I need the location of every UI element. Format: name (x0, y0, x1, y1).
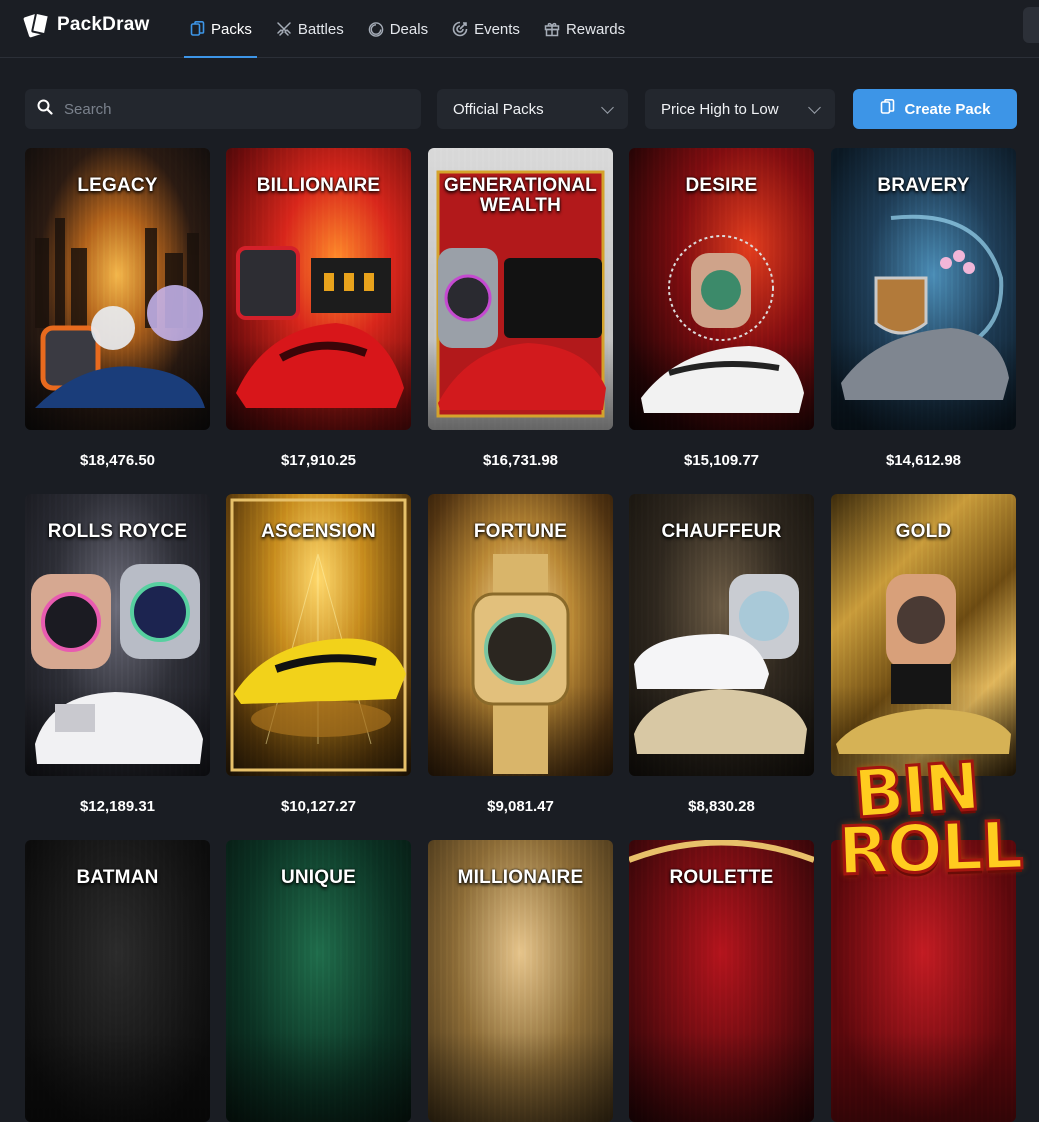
pack-card[interactable]: MILLIONAIRE (428, 840, 613, 1122)
pack-card[interactable]: FORTUNE $9,081.47 (428, 494, 613, 836)
pack-price: $8,830.28 (688, 797, 755, 815)
pack-icon (189, 21, 205, 37)
pack-card[interactable]: LEGACY $18,476.50 (25, 148, 210, 490)
pack-name: CHAUFFEUR (661, 521, 782, 542)
pack-price: $12,189.31 (79, 797, 156, 815)
search-box (25, 89, 421, 129)
pack-image: ASCENSION (226, 494, 411, 776)
pack-card[interactable]: ROULETTE (629, 840, 814, 1122)
pack-name: DESIRE (685, 175, 758, 196)
nav-rewards-label: Rewards (565, 20, 626, 38)
pack-name: UNIQUE (280, 867, 357, 888)
pack-price: $10,127.27 (280, 797, 357, 815)
sort-select[interactable]: Price High to Low (645, 89, 835, 129)
pack-image: BRAVERY (831, 148, 1016, 430)
pack-card[interactable]: ASCENSION $10,127.27 (226, 494, 411, 836)
pack-name: BATMAN (76, 867, 159, 888)
pack-image: GENERATIONAL WEALTH (428, 148, 613, 430)
nav-packs-label: Packs (211, 20, 252, 38)
pack-name: ROLLS ROYCE (47, 521, 188, 542)
pack-card[interactable]: UNIQUE (226, 840, 411, 1122)
pack-name: LEGACY (77, 175, 158, 196)
nav-events[interactable]: Events (447, 0, 525, 58)
pack-name: BRAVERY (877, 175, 970, 196)
pack-card[interactable]: BRAVERY $14,612.98 (831, 148, 1016, 490)
pack-card[interactable]: GENERATIONAL WEALTH $16,731.98 (428, 148, 613, 490)
pack-image: CHAUFFEUR (629, 494, 814, 776)
create-pack-label: Create Pack (904, 100, 991, 118)
pack-price: $15,109.77 (683, 451, 760, 469)
logo-text: PackDraw (57, 14, 150, 35)
logo[interactable]: PackDraw (23, 11, 150, 38)
pack-name: MILLIONAIRE (457, 867, 584, 888)
chevron-down-icon (601, 100, 614, 114)
chevron-down-icon (808, 100, 821, 114)
pack-image: BATMAN (25, 840, 210, 1122)
pack-price: $18,476.50 (79, 451, 156, 469)
pack-image: GOLD (831, 494, 1016, 776)
pack-name: ASCENSION (261, 521, 376, 542)
nav-deals[interactable]: Deals (363, 0, 433, 58)
pack-icon (880, 99, 895, 119)
pack-name: GENERATIONAL WEALTH (444, 175, 597, 216)
pack-image: DESIRE (629, 148, 814, 430)
pack-price: $16,731.98 (482, 451, 559, 469)
pack-name: GOLD (895, 521, 952, 542)
sort-value: Price High to Low (661, 100, 779, 118)
create-pack-button[interactable]: Create Pack (853, 89, 1017, 129)
pack-card[interactable]: BATMAN (25, 840, 210, 1122)
top-navigation-bar: PackDraw Packs Battles Deals Events Rewa… (0, 0, 1039, 58)
pack-price: $17,910.25 (280, 451, 357, 469)
swords-icon (276, 21, 292, 37)
logo-cards-icon (23, 11, 51, 38)
nav-battles-label: Battles (297, 20, 344, 38)
events-icon (452, 21, 468, 37)
gift-icon (544, 21, 560, 37)
pack-type-value: Official Packs (453, 100, 544, 118)
nav-events-label: Events (474, 20, 520, 38)
main-nav: Packs Battles Deals Events Rewards (184, 0, 644, 58)
pack-image: ROLLS ROYCE (25, 494, 210, 776)
pack-card[interactable]: ROLLS ROYCE $12,189.31 (25, 494, 210, 836)
pack-name: ROULETTE (669, 867, 774, 888)
pack-name: BILLIONAIRE (256, 175, 381, 196)
search-icon (37, 99, 53, 120)
pack-name: FORTUNE (473, 521, 568, 542)
pack-image: ROULETTE (629, 840, 814, 1122)
pack-card[interactable]: DESIRE $15,109.77 (629, 148, 814, 490)
pack-price: $14,612.98 (885, 451, 962, 469)
nav-battles[interactable]: Battles (271, 0, 349, 58)
nav-deals-label: Deals (389, 20, 429, 38)
pack-image: LEGACY (25, 148, 210, 430)
search-input[interactable] (64, 100, 394, 118)
pack-image: UNIQUE (226, 840, 411, 1122)
bin-roll-line-2: ROLL (835, 805, 1024, 891)
pack-image: FORTUNE (428, 494, 613, 776)
pack-price: $9,081.47 (487, 797, 554, 815)
bin-roll-promo-button[interactable]: BIN ROLL (835, 746, 1026, 898)
deals-icon (368, 21, 384, 37)
pack-image: MILLIONAIRE (428, 840, 613, 1122)
pack-controls: Official Packs Price High to Low Create … (25, 89, 1017, 129)
nav-rewards[interactable]: Rewards (539, 0, 630, 58)
nav-packs[interactable]: Packs (184, 0, 257, 58)
pack-type-select[interactable]: Official Packs (437, 89, 628, 129)
account-button[interactable] (1023, 7, 1039, 43)
pack-card[interactable]: CHAUFFEUR $8,830.28 (629, 494, 814, 836)
pack-image: BILLIONAIRE (226, 148, 411, 430)
pack-card[interactable]: BILLIONAIRE $17,910.25 (226, 148, 411, 490)
